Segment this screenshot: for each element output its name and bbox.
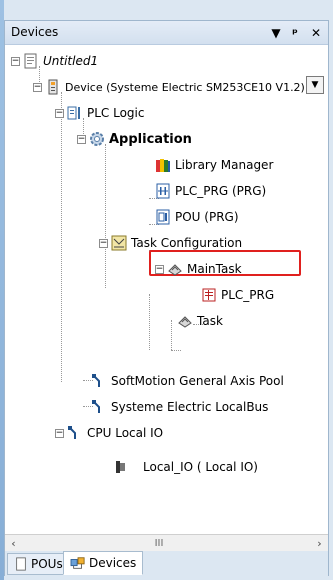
- collapse-toggle[interactable]: −: [33, 82, 42, 92]
- tree-item-softmotion-axis-pool[interactable]: SoftMotion General Axis Pool: [91, 368, 284, 394]
- project-icon: [24, 53, 37, 69]
- panel-tabs: POUs Devices: [5, 551, 328, 577]
- tree-item-label: Local_IO ( Local IO): [143, 460, 258, 474]
- tree-item-label: CPU Local IO: [87, 426, 164, 440]
- tree-item-label: MainTask: [187, 262, 242, 276]
- tree-item-localbus[interactable]: Systeme Electric LocalBus: [91, 394, 268, 420]
- tree-item-label: POU (PRG): [175, 210, 239, 224]
- collapse-toggle[interactable]: −: [55, 428, 64, 438]
- tree-item-label: Library Manager: [175, 158, 274, 172]
- tree-item-label: PLC_PRG (PRG): [175, 184, 267, 198]
- horizontal-scrollbar[interactable]: ‹ III ›: [5, 534, 328, 551]
- tree-connector: [171, 320, 172, 350]
- device-tree: − Untitled1 ▼ − Device (Systeme Electric…: [5, 46, 328, 534]
- localbus-icon: [92, 400, 100, 413]
- tree-item-library-manager[interactable]: Library Manager: [155, 152, 273, 178]
- devices-icon: [70, 557, 85, 569]
- panel-title: Devices: [11, 25, 59, 39]
- tab-devices[interactable]: Devices: [63, 551, 144, 575]
- program-call-icon: [202, 288, 216, 302]
- tree-item-task-configuration[interactable]: − Task Configuration: [99, 230, 242, 256]
- plc-logic-icon: [67, 106, 80, 120]
- tree-item-label: PLC Logic: [87, 106, 145, 120]
- tree-item-label: Untitled1: [43, 54, 99, 68]
- devices-window: Devices ▼ ᵖ ✕ − Untitled1 ▼ − Device (Sy…: [0, 0, 333, 580]
- tree-item-plc-prg[interactable]: PLC_PRG (PRG): [155, 178, 266, 204]
- tree-item-label: Task: [197, 314, 223, 328]
- tree-item-project[interactable]: − Untitled1: [11, 48, 98, 74]
- tree-item-label: PLC_PRG: [221, 288, 275, 302]
- tree-item-plc-logic[interactable]: − PLC Logic: [55, 100, 144, 126]
- pin-icon[interactable]: ᵖ: [286, 24, 304, 42]
- scroll-thumb[interactable]: III: [147, 538, 171, 549]
- tree-item-task[interactable]: Task: [177, 308, 223, 334]
- tab-label: POUs: [31, 557, 63, 571]
- task-icon: [168, 264, 182, 276]
- pou-icon: [156, 209, 170, 225]
- tree-item-pou[interactable]: POU (PRG): [155, 204, 239, 230]
- tree-item-label: Device (Systeme Electric SM253CE10 V1.2): [65, 80, 305, 94]
- tree-item-application[interactable]: − Application: [77, 126, 192, 152]
- task-config-icon: [111, 235, 127, 251]
- tree-connector: [61, 92, 62, 382]
- collapse-toggle[interactable]: −: [55, 108, 64, 118]
- tree-item-plc-prg-call[interactable]: PLC_PRG: [201, 282, 274, 308]
- tree-item-local-io-module[interactable]: Local_IO ( Local IO): [113, 454, 258, 480]
- tree-connector: [149, 294, 150, 350]
- collapse-toggle[interactable]: −: [99, 238, 108, 248]
- tree-item-label: SoftMotion General Axis Pool: [111, 374, 284, 388]
- scroll-right-icon[interactable]: ›: [311, 535, 328, 552]
- tree-item-label: Application: [109, 131, 192, 147]
- collapse-toggle[interactable]: −: [77, 134, 86, 144]
- tree-item-label: Task Configuration: [131, 236, 243, 250]
- axis-pool-icon: [92, 374, 100, 387]
- tree-dropdown-button[interactable]: ▼: [306, 76, 324, 94]
- collapse-toggle[interactable]: −: [155, 264, 164, 274]
- local-io-icon: [68, 426, 76, 439]
- tree-connector: [105, 144, 106, 288]
- ladder-pou-icon: [156, 183, 170, 199]
- panel-titlebar: Devices ▼ ᵖ ✕: [5, 21, 328, 45]
- tree-item-maintask[interactable]: − MainTask: [155, 256, 242, 282]
- collapse-toggle[interactable]: −: [11, 56, 20, 66]
- tree-item-label: Systeme Electric LocalBus: [111, 400, 269, 414]
- tree-item-cpu-local-io[interactable]: − CPU Local IO: [55, 420, 163, 446]
- tab-label: Devices: [89, 556, 137, 570]
- application-gear-icon: [90, 132, 104, 146]
- dropdown-triangle-icon[interactable]: ▼: [267, 24, 285, 42]
- tree-item-device[interactable]: − Device (Systeme Electric SM253CE10 V1.…: [33, 74, 305, 100]
- scroll-left-icon[interactable]: ‹: [5, 535, 22, 552]
- pou-page-icon: [16, 557, 26, 571]
- tab-pous[interactable]: POUs: [7, 553, 70, 575]
- task-icon: [178, 316, 192, 328]
- plc-device-icon: [48, 79, 58, 95]
- devices-panel: Devices ▼ ᵖ ✕ − Untitled1 ▼ − Device (Sy…: [4, 20, 329, 577]
- io-module-icon: [116, 461, 125, 473]
- close-icon[interactable]: ✕: [307, 24, 325, 42]
- library-books-icon: [156, 159, 170, 172]
